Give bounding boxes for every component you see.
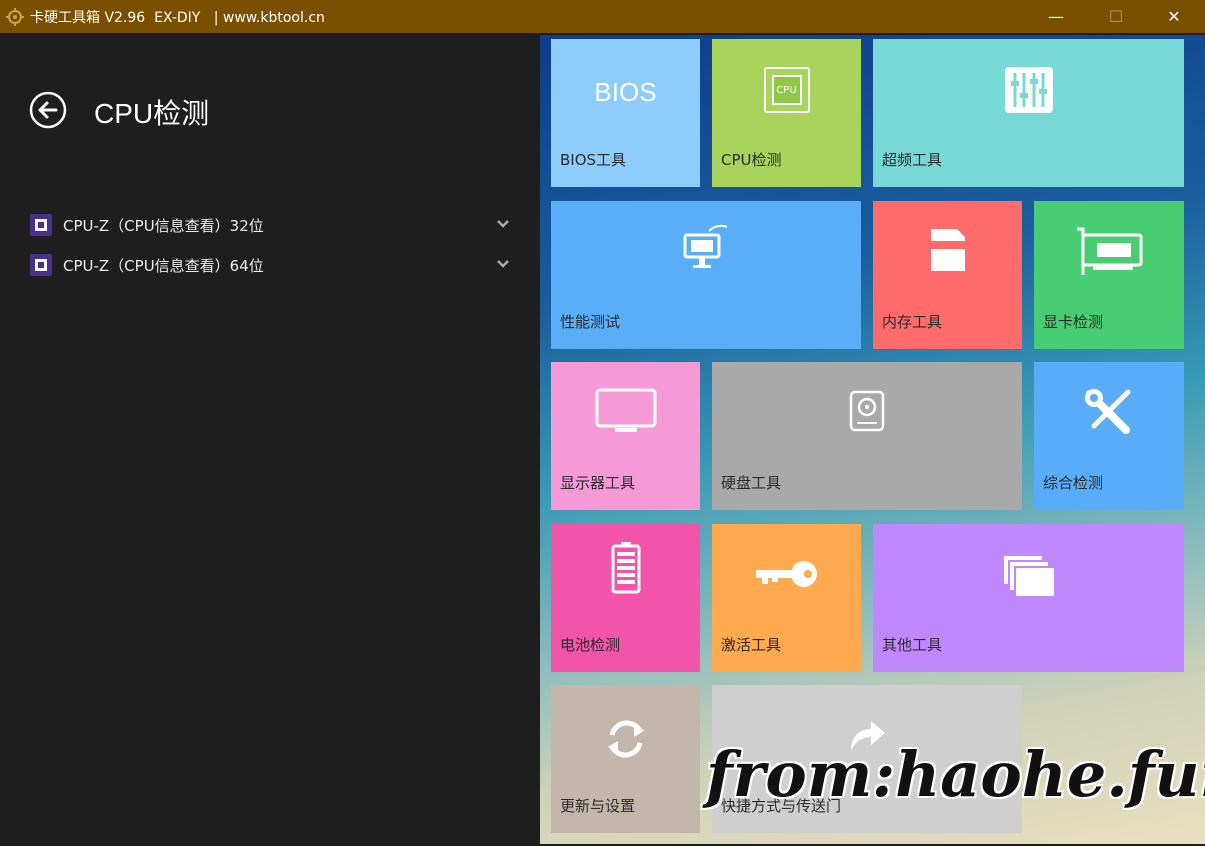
list-item-label: CPU-Z（CPU信息查看）64位 — [63, 256, 264, 275]
tile-battery[interactable]: 电池检测 — [551, 524, 700, 672]
tile-other[interactable]: 其他工具 — [873, 524, 1184, 672]
key-icon — [755, 561, 817, 587]
tile-label: 超频工具 — [882, 151, 943, 169]
tile-activate[interactable]: 激活工具 — [712, 524, 861, 672]
tools-icon — [1085, 389, 1131, 434]
tile-memory[interactable]: 内存工具 — [873, 201, 1022, 349]
tile-diagnostics[interactable]: 综合检测 — [1034, 362, 1184, 510]
graphics-card-icon — [1077, 227, 1143, 275]
left-panel: CPU检测 CPU-Z（CPU信息查看）32位 CPU-Z（CPU信息查看）64… — [2, 35, 540, 844]
tile-label: BIOS工具 — [560, 151, 627, 169]
maximize-button[interactable]: ☐ — [1087, 0, 1145, 33]
back-arrow-icon[interactable] — [28, 90, 68, 130]
chevron-down-icon[interactable] — [496, 257, 510, 271]
tile-label: 硬盘工具 — [721, 474, 782, 492]
tile-panel: BIOS BIOS工具 CPU CPU检测 超频工具 性能测试 内存工具 显卡检… — [540, 35, 1205, 844]
tile-monitor[interactable]: 显示器工具 — [551, 362, 700, 510]
list-item-cpuz-64[interactable]: CPU-Z（CPU信息查看）64位 — [30, 250, 510, 280]
window-title: 卡硬工具箱 V2.96 EX-DIY | www.kbtool.cn — [30, 9, 325, 26]
watermark: from:haohe.fun — [706, 738, 1205, 811]
tile-label: 综合检测 — [1043, 474, 1104, 492]
battery-icon — [611, 542, 640, 594]
cpu-icon: CPU — [763, 67, 810, 113]
display-icon — [595, 388, 656, 432]
sliders-icon — [1004, 67, 1053, 113]
tile-label: 内存工具 — [882, 313, 943, 331]
monitor-test-icon — [683, 224, 728, 268]
list-item-cpuz-32[interactable]: CPU-Z（CPU信息查看）32位 — [30, 210, 510, 240]
tile-label: 显示器工具 — [560, 474, 636, 492]
tile-label: 显卡检测 — [1043, 313, 1104, 331]
page-title: CPU检测 — [94, 98, 210, 129]
refresh-icon — [607, 720, 644, 758]
cpu-chip-icon — [30, 254, 52, 276]
minimize-button[interactable]: — — [1027, 0, 1085, 33]
close-button[interactable]: ✕ — [1145, 0, 1203, 33]
tile-bios[interactable]: BIOS BIOS工具 — [551, 39, 700, 187]
cpu-chip-icon — [30, 214, 52, 236]
title-bar: 卡硬工具箱 V2.96 EX-DIY | www.kbtool.cn — [0, 0, 1205, 33]
tile-gpu[interactable]: 显卡检测 — [1034, 201, 1184, 349]
tile-disk[interactable]: 硬盘工具 — [712, 362, 1022, 510]
cpu-icon-text: CPU — [771, 75, 802, 105]
bios-text-icon: BIOS — [594, 77, 657, 107]
tile-cpu[interactable]: CPU CPU检测 — [712, 39, 861, 187]
app-gear-icon — [6, 7, 24, 26]
tile-label: 性能测试 — [560, 313, 621, 331]
sd-card-icon — [930, 229, 965, 271]
tile-overclock[interactable]: 超频工具 — [873, 39, 1184, 187]
list-item-label: CPU-Z（CPU信息查看）32位 — [63, 216, 264, 235]
tile-label: 电池检测 — [560, 636, 621, 654]
chevron-down-icon[interactable] — [496, 217, 510, 231]
tile-performance[interactable]: 性能测试 — [551, 201, 861, 349]
tile-label: 其他工具 — [882, 636, 943, 654]
tile-label: 激活工具 — [721, 636, 782, 654]
stacked-windows-icon — [1001, 554, 1056, 598]
hard-disk-icon — [849, 390, 885, 432]
tile-update-settings[interactable]: 更新与设置 — [551, 685, 700, 833]
tile-label: CPU检测 — [721, 151, 782, 169]
tile-label: 更新与设置 — [560, 797, 636, 815]
